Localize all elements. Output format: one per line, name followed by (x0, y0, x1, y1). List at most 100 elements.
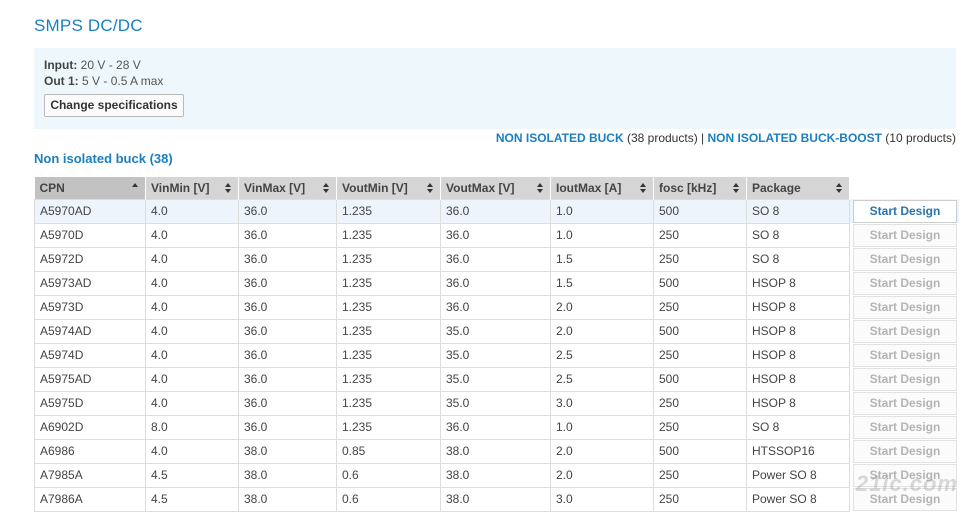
column-header-voutmin-v[interactable]: VoutMin [V] (336, 177, 441, 199)
cell-voutmin-v: 1.235 (336, 318, 441, 344)
cell-vinmin-v: 4.5 (145, 462, 239, 488)
cell-voutmin-v: 0.6 (336, 462, 441, 488)
table-row[interactable]: A5974D 4.0 36.0 1.235 35.0 2.5 250 HSOP 8 Start … (34, 342, 960, 368)
table-row[interactable]: A5973D 4.0 36.0 1.235 36.0 2.0 250 HSOP 8 Start … (34, 294, 960, 320)
sort-arrows-icon[interactable] (836, 183, 843, 193)
cell-fosc-khz: 500 (653, 318, 747, 344)
start-design-button[interactable]: Start Design (853, 415, 957, 439)
sort-arrows-icon[interactable] (640, 183, 647, 193)
results-table: CPN VinMin [V] VinMax [V] VoutMin [V] VoutMa… (34, 177, 960, 512)
cell-vinmax-v: 36.0 (238, 366, 337, 392)
cell-vinmin-v: 8.0 (145, 414, 239, 440)
action-cell: Start Design (849, 199, 960, 223)
cell-voutmin-v: 0.6 (336, 486, 441, 512)
action-cell: Start Design (850, 319, 960, 343)
cell-vinmax-v: 38.0 (238, 438, 337, 464)
start-design-button[interactable]: Start Design (853, 439, 957, 463)
cell-cpn: A5974AD (34, 318, 146, 344)
cell-fosc-khz: 250 (653, 222, 747, 248)
column-header-ioutmax-a[interactable]: IoutMax [A] (550, 177, 654, 199)
cell-voutmax-v: 38.0 (440, 486, 551, 512)
cell-vinmin-v: 4.0 (145, 342, 239, 368)
cell-package: HTSSOP16 (746, 438, 850, 464)
change-specifications-button[interactable]: Change specifications (44, 94, 184, 117)
table-row[interactable]: A5970AD 4.0 36.0 1.235 36.0 1.0 500 SO 8 Start D… (34, 198, 960, 224)
input-value: 20 V - 28 V (80, 58, 141, 72)
page-title: SMPS DC/DC (34, 16, 143, 35)
cell-vinmin-v: 4.0 (145, 390, 239, 416)
start-design-button[interactable]: Start Design (853, 391, 957, 415)
non-isolated-buck-link[interactable]: NON ISOLATED BUCK (496, 131, 624, 145)
table-row[interactable]: A7986A 4.5 38.0 0.6 38.0 3.0 250 Power SO 8 Star… (34, 486, 960, 512)
column-header-cpn[interactable]: CPN (34, 177, 146, 199)
cell-vinmax-v: 36.0 (238, 246, 337, 272)
non-isolated-buck-boost-link[interactable]: NON ISOLATED BUCK-BOOST (708, 131, 882, 145)
start-design-button[interactable]: Start Design (853, 367, 957, 391)
column-header-package[interactable]: Package (746, 177, 850, 199)
cell-voutmax-v: 35.0 (440, 342, 551, 368)
specifications-panel: Input: 20 V - 28 V Out 1: 5 V - 0.5 A ma… (34, 48, 956, 129)
cell-vinmin-v: 4.0 (145, 294, 239, 320)
column-header-vinmin-v[interactable]: VinMin [V] (145, 177, 239, 199)
cell-fosc-khz: 500 (653, 438, 747, 464)
start-design-button[interactable]: Start Design (853, 319, 957, 343)
cell-ioutmax-a: 1.0 (550, 222, 654, 248)
cell-package: SO 8 (746, 246, 850, 272)
category-separator: | (701, 131, 705, 145)
start-design-button[interactable]: Start Design (853, 247, 957, 271)
cell-vinmax-v: 36.0 (238, 390, 337, 416)
sort-arrows-icon[interactable] (323, 183, 330, 193)
start-design-button[interactable]: Start Design (853, 271, 957, 295)
start-design-button[interactable]: Start Design (853, 343, 957, 367)
cell-vinmin-v: 4.0 (145, 318, 239, 344)
cell-vinmin-v: 4.5 (145, 486, 239, 512)
cell-voutmax-v: 36.0 (440, 198, 551, 224)
cell-voutmax-v: 36.0 (440, 294, 551, 320)
table-row[interactable]: A5970D 4.0 36.0 1.235 36.0 1.0 250 SO 8 Start De… (34, 222, 960, 248)
table-row[interactable]: A5973AD 4.0 36.0 1.235 36.0 1.5 500 HSOP 8 Start… (34, 270, 960, 296)
cell-fosc-khz: 250 (653, 294, 747, 320)
sort-arrows-icon[interactable] (733, 183, 740, 193)
sort-ascending-icon[interactable] (132, 183, 139, 193)
start-design-button[interactable]: Start Design (853, 223, 957, 247)
cell-voutmin-v: 1.235 (336, 198, 441, 224)
cell-vinmax-v: 36.0 (238, 414, 337, 440)
column-header-vinmax-v[interactable]: VinMax [V] (238, 177, 337, 199)
sort-arrows-icon[interactable] (225, 183, 232, 193)
cell-voutmax-v: 35.0 (440, 390, 551, 416)
output-spec: Out 1: 5 V - 0.5 A max (44, 74, 163, 88)
cell-ioutmax-a: 3.0 (550, 390, 654, 416)
table-header-row: CPN VinMin [V] VinMax [V] VoutMin [V] VoutMa… (34, 177, 960, 199)
table-row[interactable]: A5975D 4.0 36.0 1.235 35.0 3.0 250 HSOP 8 Start … (34, 390, 960, 416)
column-header-label: VoutMax [V] (446, 180, 515, 195)
cell-cpn: A5975D (34, 390, 146, 416)
cell-package: SO 8 (746, 198, 850, 224)
column-header-voutmax-v[interactable]: VoutMax [V] (440, 177, 551, 199)
cell-voutmin-v: 1.235 (336, 270, 441, 296)
cell-vinmax-v: 38.0 (238, 486, 337, 512)
sort-arrows-icon[interactable] (427, 183, 434, 193)
table-row[interactable]: A6902D 8.0 36.0 1.235 36.0 1.0 250 SO 8 Start De… (34, 414, 960, 440)
cell-vinmax-v: 36.0 (238, 342, 337, 368)
cell-vinmax-v: 36.0 (238, 318, 337, 344)
cell-fosc-khz: 500 (653, 366, 747, 392)
cell-vinmin-v: 4.0 (145, 438, 239, 464)
cell-voutmax-v: 36.0 (440, 222, 551, 248)
cell-package: HSOP 8 (746, 318, 850, 344)
start-design-button[interactable]: Start Design (853, 199, 957, 223)
cell-voutmax-v: 35.0 (440, 366, 551, 392)
cell-package: SO 8 (746, 222, 850, 248)
table-row[interactable]: A6986 4.0 38.0 0.85 38.0 2.0 500 HTSSOP16 Start … (34, 438, 960, 464)
start-design-button[interactable]: Start Design (853, 295, 957, 319)
table-row[interactable]: A5974AD 4.0 36.0 1.235 35.0 2.0 500 HSOP 8 Start… (34, 318, 960, 344)
column-header-label: CPN (39, 180, 65, 195)
action-cell: Start Design (850, 343, 960, 367)
cell-voutmax-v: 38.0 (440, 462, 551, 488)
cell-cpn: A5972D (34, 246, 146, 272)
table-row[interactable]: A5975AD 4.0 36.0 1.235 35.0 2.5 500 HSOP 8 Start… (34, 366, 960, 392)
sort-arrows-icon[interactable] (537, 183, 544, 193)
table-row[interactable]: A7985A 4.5 38.0 0.6 38.0 2.0 250 Power SO 8 Star… (34, 462, 960, 488)
action-cell: Start Design (850, 295, 960, 319)
table-row[interactable]: A5972D 4.0 36.0 1.235 36.0 1.5 250 SO 8 Start De… (34, 246, 960, 272)
column-header-fosc-khz[interactable]: fosc [kHz] (653, 177, 747, 199)
